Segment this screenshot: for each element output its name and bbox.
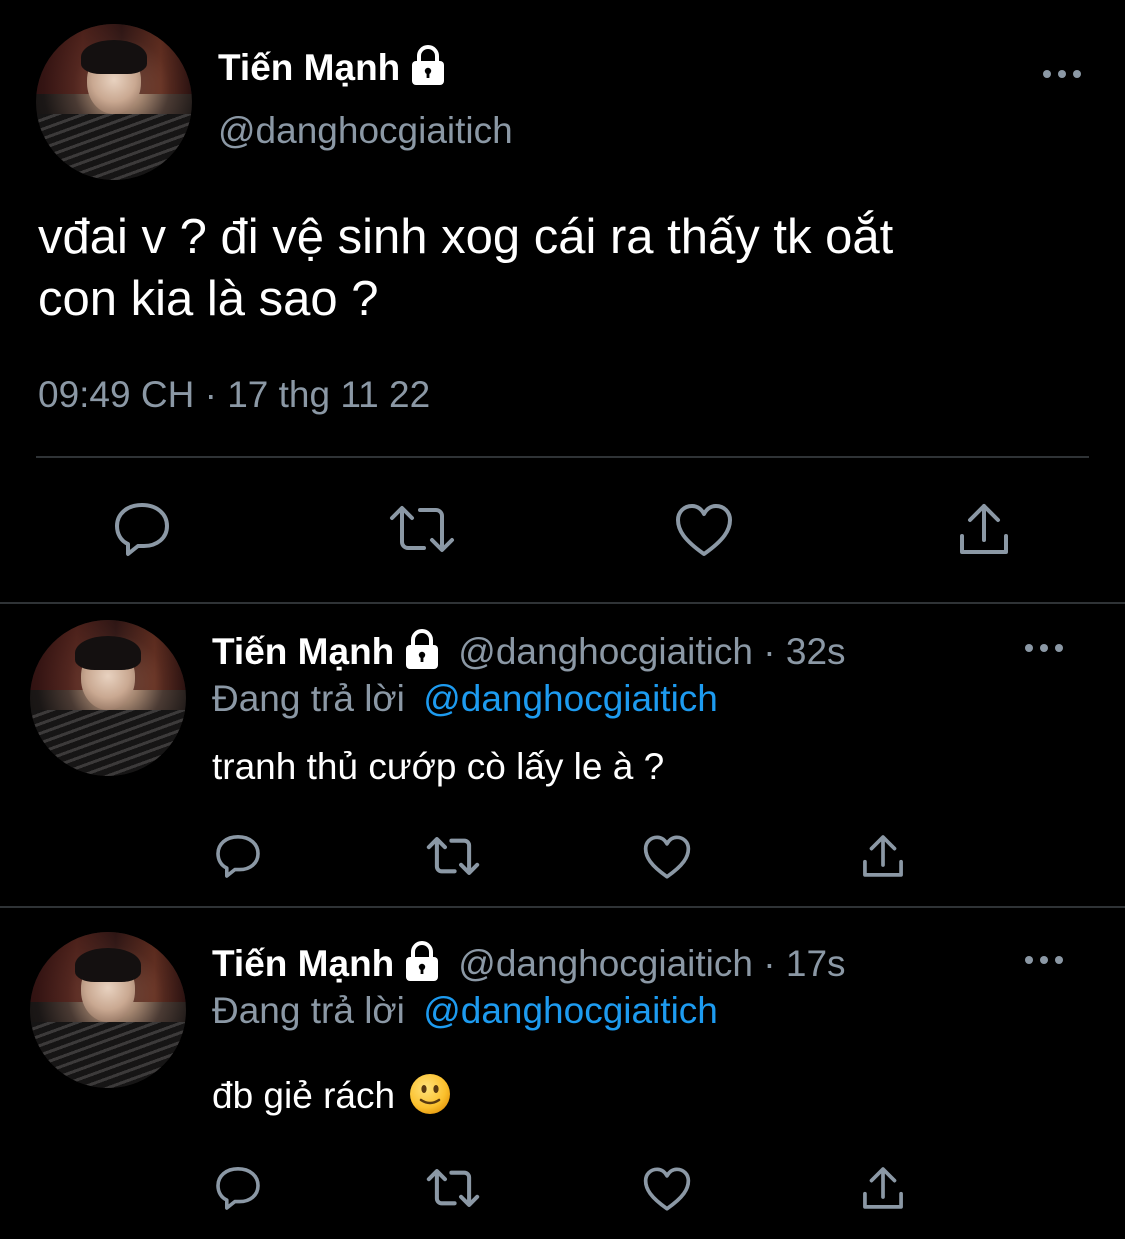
handle[interactable]: @danghocgiaitich [218,110,513,152]
handle-and-time[interactable]: @danghocgiaitich · 17s [458,943,845,985]
display-name[interactable]: Tiến Mạnh [212,943,394,985]
share-icon[interactable] [956,500,1012,558]
like-icon[interactable] [642,1166,692,1212]
tweet-text: tranh thủ cướp cò lấy le à ? [212,746,665,787]
replying-to: Đang trả lời @danghocgiaitich [212,990,718,1032]
more-icon[interactable] [1040,62,1084,91]
like-icon[interactable] [674,502,734,558]
replying-to-label: Đang trả lời [212,990,405,1031]
handle-and-time[interactable]: @danghocgiaitich · 32s [458,631,845,673]
lock-icon [402,940,442,989]
divider [36,456,1089,458]
replying-to-link[interactable]: @danghocgiaitich [423,678,718,719]
replying-to: Đang trả lời @danghocgiaitich [212,678,718,720]
tweet-text-line: con kia là sao ? [38,272,379,326]
tweet-text: đb giẻ rách [212,1075,396,1116]
reply-icon[interactable] [214,832,262,880]
retweet-icon[interactable] [424,1166,482,1210]
section-divider [0,906,1125,908]
timestamp[interactable]: 09:49 CH · 17 thg 11 22 [38,374,430,416]
retweet-icon[interactable] [386,502,458,556]
tweet-text-row: đb giẻ rách [212,1072,451,1120]
share-icon[interactable] [860,1164,906,1212]
replying-to-link[interactable]: @danghocgiaitich [423,990,718,1031]
reply-icon[interactable] [214,1164,262,1212]
avatar[interactable] [30,620,186,776]
lock-icon [408,44,448,93]
replying-to-label: Đang trả lời [212,678,405,719]
section-divider [0,602,1125,604]
share-icon[interactable] [860,832,906,880]
retweet-icon[interactable] [424,834,482,878]
avatar[interactable] [36,24,192,180]
tweet-text: vđai v ? đi vệ sinh xog cái ra thấy tk o… [38,206,893,330]
reply-icon[interactable] [112,500,172,558]
avatar[interactable] [30,932,186,1088]
more-icon[interactable] [1022,948,1066,977]
display-name[interactable]: Tiến Mạnh [212,631,394,673]
lock-icon [402,628,442,677]
tweet-text-line: vđai v ? đi vệ sinh xog cái ra thấy tk o… [38,210,894,264]
display-name[interactable]: Tiến Mạnh [218,47,400,89]
like-icon[interactable] [642,834,692,880]
more-icon[interactable] [1022,636,1066,665]
slightly-smiling-face-emoji [409,1073,451,1120]
